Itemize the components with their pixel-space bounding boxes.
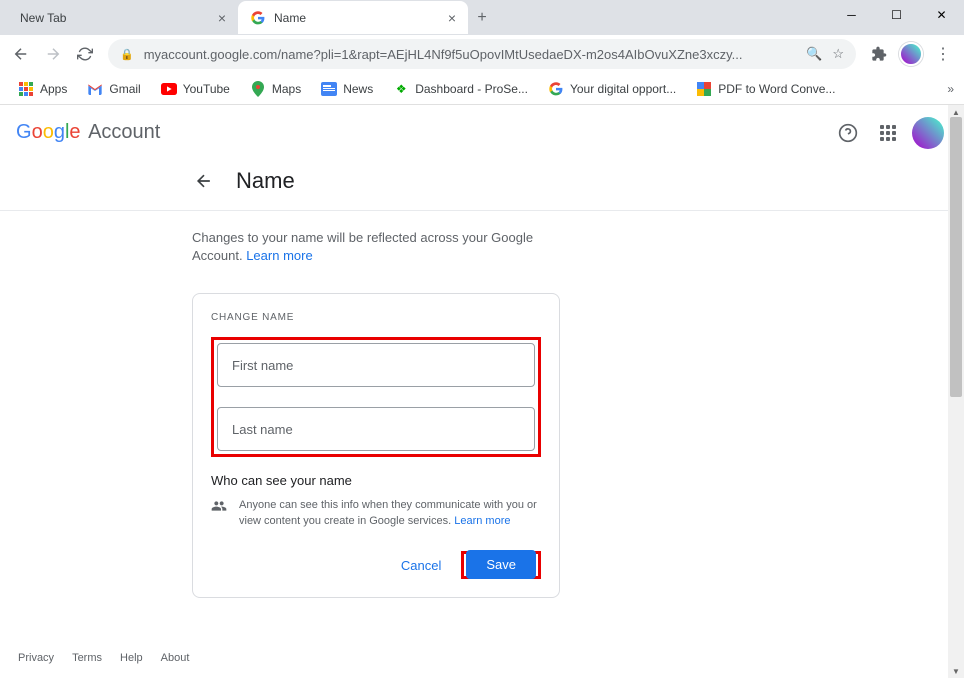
gmail-icon xyxy=(87,81,103,97)
tab-new-tab[interactable]: New Tab × xyxy=(8,1,238,34)
bookmark-label: News xyxy=(343,82,373,96)
footer-terms[interactable]: Terms xyxy=(72,652,102,664)
bookmark-label: Gmail xyxy=(109,82,140,96)
bookmark-label: YouTube xyxy=(183,82,230,96)
menu-icon[interactable]: ⋮ xyxy=(928,39,958,69)
bookmarks-bar: Apps Gmail YouTube Maps News ❖ Dashboard … xyxy=(0,73,964,105)
card-label: CHANGE NAME xyxy=(211,312,541,323)
tab-bar: New Tab × Name × + ─ ☐ ✕ xyxy=(0,0,964,35)
bookmark-news[interactable]: News xyxy=(313,77,381,101)
cancel-button[interactable]: Cancel xyxy=(393,552,449,579)
who-can-see-heading: Who can see your name xyxy=(211,473,541,488)
minimize-button[interactable]: ─ xyxy=(829,0,874,30)
title-row: Name xyxy=(0,160,964,211)
who-learn-more-link[interactable]: Learn more xyxy=(454,515,510,527)
address-row: 🔒 myaccount.google.com/name?pli=1&rapt=A… xyxy=(0,35,964,73)
bookmark-label: Apps xyxy=(40,82,67,96)
zoom-icon[interactable]: 🔍 xyxy=(806,46,822,62)
scroll-thumb[interactable] xyxy=(950,117,962,397)
who-text: Anyone can see this info when they commu… xyxy=(239,498,541,529)
tab-title: Name xyxy=(274,11,448,25)
youtube-icon xyxy=(161,81,177,97)
highlight-save: Save xyxy=(461,551,541,579)
maps-icon xyxy=(250,81,266,97)
close-icon[interactable]: × xyxy=(448,10,456,26)
window-controls: ─ ☐ ✕ xyxy=(829,0,964,30)
footer-privacy[interactable]: Privacy xyxy=(18,652,54,664)
bookmark-label: Dashboard - ProSe... xyxy=(415,82,528,96)
google-favicon xyxy=(250,10,266,26)
bookmark-dashboard[interactable]: ❖ Dashboard - ProSe... xyxy=(385,77,536,101)
url-text: myaccount.google.com/name?pli=1&rapt=AEj… xyxy=(144,47,800,62)
bookmark-apps[interactable]: Apps xyxy=(10,77,75,101)
bookmarks-overflow[interactable]: » xyxy=(947,82,954,96)
bookmark-label: Maps xyxy=(272,82,301,96)
description-text: Changes to your name will be reflected a… xyxy=(192,229,560,265)
bookmark-pdf[interactable]: PDF to Word Conve... xyxy=(688,77,843,101)
forward-button[interactable] xyxy=(38,39,68,69)
highlight-inputs: First name Last name xyxy=(211,337,541,457)
prose-icon: ❖ xyxy=(393,81,409,97)
close-window-button[interactable]: ✕ xyxy=(919,0,964,30)
help-icon[interactable] xyxy=(828,113,868,153)
reload-button[interactable] xyxy=(70,39,100,69)
pdf-icon xyxy=(696,81,712,97)
bookmark-maps[interactable]: Maps xyxy=(242,77,309,101)
star-icon[interactable]: ☆ xyxy=(832,46,844,62)
back-button[interactable] xyxy=(6,39,36,69)
tab-name[interactable]: Name × xyxy=(238,1,468,34)
last-name-field[interactable]: Last name xyxy=(217,407,535,451)
browser-chrome: New Tab × Name × + ─ ☐ ✕ 🔒 myaccount.goo… xyxy=(0,0,964,105)
bookmark-youtube[interactable]: YouTube xyxy=(153,77,238,101)
lock-icon: 🔒 xyxy=(120,48,134,61)
footer-about[interactable]: About xyxy=(161,652,190,664)
extensions-icon[interactable] xyxy=(864,39,894,69)
app-header: Google Account xyxy=(0,105,964,160)
bookmark-digital[interactable]: Your digital opport... xyxy=(540,77,684,101)
scroll-down-icon[interactable]: ▼ xyxy=(948,664,964,678)
bookmark-label: PDF to Word Conve... xyxy=(718,82,835,96)
google-icon xyxy=(548,81,564,97)
people-icon xyxy=(211,498,227,529)
who-info-row: Anyone can see this info when they commu… xyxy=(211,498,541,529)
address-bar[interactable]: 🔒 myaccount.google.com/name?pli=1&rapt=A… xyxy=(108,39,856,69)
google-account-logo[interactable]: Google Account xyxy=(16,121,160,144)
new-tab-button[interactable]: + xyxy=(468,4,496,32)
back-arrow-icon[interactable] xyxy=(192,169,216,193)
first-name-field[interactable]: First name xyxy=(217,343,535,387)
maximize-button[interactable]: ☐ xyxy=(874,0,919,30)
apps-launcher-icon[interactable] xyxy=(868,113,908,153)
change-name-card: CHANGE NAME First name Last name Who can… xyxy=(192,293,560,598)
save-button[interactable]: Save xyxy=(466,550,536,579)
bookmark-label: Your digital opport... xyxy=(570,82,676,96)
news-icon xyxy=(321,81,337,97)
page-title: Name xyxy=(236,168,295,194)
learn-more-link[interactable]: Learn more xyxy=(246,248,312,263)
account-avatar[interactable] xyxy=(908,113,948,153)
profile-icon[interactable] xyxy=(896,39,926,69)
close-icon[interactable]: × xyxy=(218,10,226,26)
bookmark-gmail[interactable]: Gmail xyxy=(79,77,148,101)
tab-title: New Tab xyxy=(20,11,218,25)
page-content: Google Account Name Changes to your name… xyxy=(0,105,964,678)
footer-help[interactable]: Help xyxy=(120,652,143,664)
scrollbar[interactable]: ▲ ▼ xyxy=(948,105,964,678)
footer-links: Privacy Terms Help About xyxy=(18,652,189,664)
button-row: Cancel Save xyxy=(211,551,541,579)
main-content: Changes to your name will be reflected a… xyxy=(0,211,560,598)
